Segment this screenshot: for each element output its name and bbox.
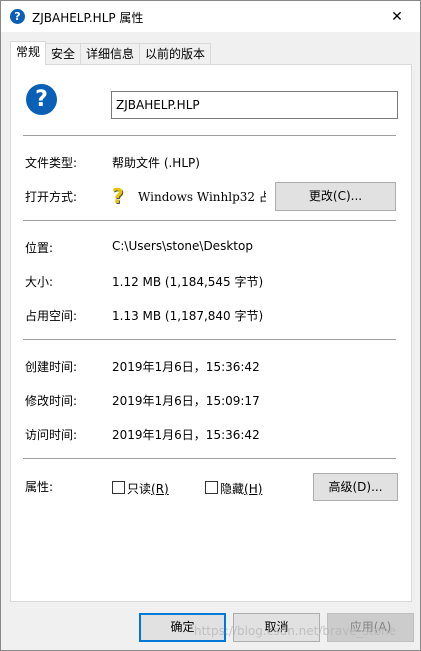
tab-previous-versions[interactable]: 以前的版本 bbox=[139, 43, 212, 65]
location-value: C:\Users\stone\Desktop bbox=[112, 239, 253, 253]
help-file-icon: ? bbox=[26, 84, 57, 115]
title-bar: ? ZJBAHELP.HLP 属性 ✕ bbox=[1, 1, 420, 32]
location-label: 位置: bbox=[25, 241, 54, 255]
divider bbox=[23, 339, 396, 340]
cancel-button-label: 取消 bbox=[264, 620, 289, 634]
attributes-label: 属性: bbox=[25, 480, 54, 494]
tab-strip: 常规 安全 详细信息 以前的版本 bbox=[10, 41, 212, 65]
disk-size-value: 1.13 MB (1,187,840 字节) bbox=[112, 309, 264, 323]
general-panel: ? 文件类型: 帮助文件 (.HLP) 打开方式: ? Windows Winh… bbox=[10, 64, 412, 602]
cancel-button[interactable]: 取消 bbox=[233, 613, 320, 642]
divider bbox=[23, 135, 396, 136]
created-value: 2019年1月6日，15:36:42 bbox=[112, 360, 260, 374]
open-with-label: 打开方式: bbox=[25, 190, 78, 204]
window-title: ZJBAHELP.HLP 属性 bbox=[32, 11, 144, 25]
apply-button-label: 应用(A) bbox=[349, 620, 392, 634]
size-label: 大小: bbox=[25, 275, 54, 289]
divider bbox=[23, 458, 396, 459]
file-type-label: 文件类型: bbox=[25, 156, 78, 170]
apply-button[interactable]: 应用(A) bbox=[327, 613, 414, 642]
modified-label: 修改时间: bbox=[25, 394, 78, 408]
open-with-value: Windows Winhlp32 占位程序 bbox=[138, 190, 266, 204]
created-label: 创建时间: bbox=[25, 360, 78, 374]
advanced-button[interactable]: 高级(D)... bbox=[313, 473, 398, 501]
winhelp-icon: ? bbox=[112, 184, 124, 208]
divider bbox=[23, 220, 396, 221]
filename-input[interactable] bbox=[111, 91, 398, 119]
properties-dialog: ? ZJBAHELP.HLP 属性 ✕ 常规 安全 详细信息 以前的版本 ? 文… bbox=[0, 0, 421, 651]
readonly-label[interactable]: 只读(R) bbox=[127, 480, 169, 497]
change-button[interactable]: 更改(C)... bbox=[275, 182, 396, 211]
accessed-value: 2019年1月6日，15:36:42 bbox=[112, 428, 260, 442]
accessed-label: 访问时间: bbox=[25, 428, 78, 442]
tab-security[interactable]: 安全 bbox=[45, 43, 82, 65]
modified-value: 2019年1月6日，15:09:17 bbox=[112, 394, 260, 408]
hidden-checkbox[interactable] bbox=[205, 481, 218, 494]
ok-button[interactable]: 确定 bbox=[139, 613, 226, 642]
file-type-value: 帮助文件 (.HLP) bbox=[112, 156, 200, 170]
readonly-checkbox[interactable] bbox=[112, 481, 125, 494]
change-button-label: 更改(C)... bbox=[308, 189, 363, 203]
hidden-label[interactable]: 隐藏(H) bbox=[220, 480, 262, 497]
size-value: 1.12 MB (1,184,545 字节) bbox=[112, 275, 264, 289]
close-button[interactable]: ✕ bbox=[374, 1, 420, 32]
tab-general[interactable]: 常规 bbox=[10, 41, 47, 65]
advanced-button-label: 高级(D)... bbox=[328, 480, 383, 494]
close-icon: ✕ bbox=[391, 8, 403, 25]
ok-button-label: 确定 bbox=[170, 620, 195, 634]
disk-size-label: 占用空间: bbox=[25, 309, 78, 323]
help-icon: ? bbox=[10, 9, 25, 24]
tab-details[interactable]: 详细信息 bbox=[80, 43, 141, 65]
